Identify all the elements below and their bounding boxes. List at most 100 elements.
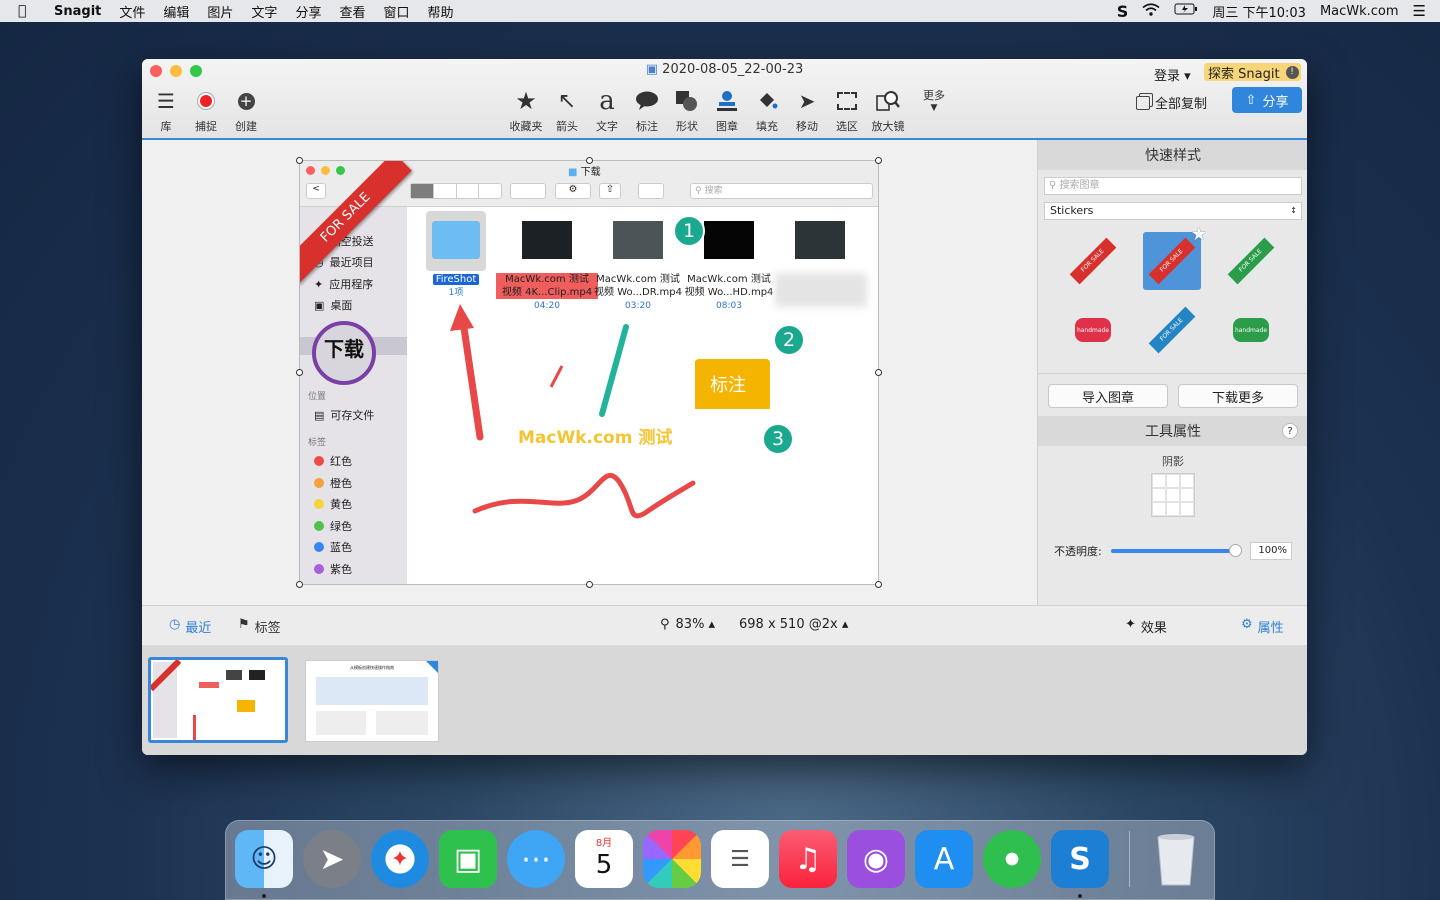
- sticker-red-ribbon-selected[interactable]: FOR SALE ★: [1143, 224, 1207, 290]
- tool-shape[interactable]: 形状: [672, 87, 702, 134]
- editor-canvas[interactable]: ■ 下载 < ⚙ ⇧ ⚲ 搜索 ◉隔空投送 ◷最近项目 ✦应用程序 ▣桌面 下载: [142, 140, 1037, 605]
- shadow-grid[interactable]: [1151, 473, 1195, 517]
- snagit-status-icon[interactable]: S: [1117, 2, 1129, 21]
- properties-label: 属性: [1257, 621, 1284, 636]
- resize-handle-ne[interactable]: [875, 157, 882, 164]
- tool-arrow[interactable]: ↖ 箭头: [552, 87, 582, 134]
- download-more-button[interactable]: 下载更多: [1178, 384, 1298, 408]
- dock-trash-icon[interactable]: [1147, 830, 1205, 888]
- step3-text: 3: [771, 428, 785, 450]
- resize-handle-sw[interactable]: [296, 581, 303, 588]
- captured-finder-image[interactable]: ■ 下载 < ⚙ ⇧ ⚲ 搜索 ◉隔空投送 ◷最近项目 ✦应用程序 ▣桌面 下载: [299, 160, 879, 585]
- dock-calendar-icon[interactable]: 8月 5: [575, 830, 633, 888]
- capture-tray: 从模板创建快速操作指南: [142, 645, 1307, 755]
- menu-clock[interactable]: 周三 下午10:03: [1212, 2, 1306, 21]
- opacity-input[interactable]: 100%: [1250, 542, 1292, 560]
- tool-selection[interactable]: 选区: [832, 87, 862, 134]
- tray-thumbnail-2[interactable]: 从模板创建快速操作指南: [305, 660, 439, 742]
- tool-arrow-label: 箭头: [556, 120, 578, 133]
- resize-handle-nw[interactable]: [296, 157, 303, 164]
- resize-handle-n[interactable]: [586, 157, 593, 164]
- recent-button[interactable]: ◷ 最近: [169, 617, 211, 636]
- dock-safari-icon[interactable]: ✦: [371, 830, 429, 888]
- login-menu[interactable]: 登录 ▾: [1154, 65, 1191, 84]
- dock-reminders-icon[interactable]: ☰: [711, 830, 769, 888]
- tool-fill[interactable]: 填充: [752, 87, 782, 134]
- sticker-red-ribbon[interactable]: FOR SALE: [1064, 232, 1122, 290]
- tags-button[interactable]: ⚑ 标签: [238, 617, 281, 636]
- dock-finder-icon[interactable]: ☺: [235, 830, 293, 888]
- resize-handle-e[interactable]: [875, 369, 882, 376]
- menu-edit[interactable]: 编辑: [163, 2, 189, 21]
- paint-bucket-icon: [756, 87, 778, 115]
- menu-help[interactable]: 帮助: [427, 2, 453, 21]
- zoom-control[interactable]: ⚲ 83% ▴: [660, 617, 715, 632]
- tool-stamp[interactable]: 图章: [712, 87, 742, 134]
- apple-icon[interactable]: : [18, 3, 36, 19]
- tag-icon: ⚑: [238, 617, 250, 632]
- gear-icon: ⚙: [1241, 617, 1253, 632]
- tool-favorites[interactable]: ★ 收藏夹: [508, 87, 544, 134]
- tool-callout[interactable]: 标注: [632, 87, 662, 134]
- step1-text: 1: [682, 220, 696, 242]
- resize-handle-se[interactable]: [875, 581, 882, 588]
- opacity-slider[interactable]: [1111, 544, 1242, 557]
- more-label: 更多: [923, 89, 945, 102]
- menu-share[interactable]: 分享: [295, 2, 321, 21]
- battery-icon[interactable]: [1174, 3, 1198, 19]
- resize-handle-w[interactable]: [296, 369, 303, 376]
- sticker-blue-ribbon[interactable]: FOR SALE: [1143, 301, 1201, 359]
- more-tools-button[interactable]: 更多 ▼: [922, 87, 946, 113]
- stamp-search-input[interactable]: ⚲ 搜索图章: [1044, 177, 1302, 195]
- download-more-label: 下载更多: [1211, 390, 1264, 406]
- tool-properties-header: 工具属性 ?: [1038, 416, 1307, 446]
- sticker-red-handmade[interactable]: handmade: [1064, 301, 1122, 359]
- wifi-icon[interactable]: [1142, 2, 1160, 20]
- menu-image[interactable]: 图片: [207, 2, 233, 21]
- share-button[interactable]: ⇧ 分享: [1232, 87, 1302, 113]
- import-stamps-button[interactable]: 导入图章: [1048, 384, 1168, 408]
- step2-text: 2: [782, 329, 796, 351]
- tool-magnifier[interactable]: 放大镜: [870, 87, 906, 134]
- sticker-green-handmade[interactable]: handmade: [1222, 301, 1280, 359]
- tray-thumbnail-1[interactable]: [148, 657, 288, 743]
- tool-text[interactable]: a 文字: [592, 86, 622, 134]
- sticker-red-text: FOR SALE: [1069, 237, 1117, 285]
- dock-snagit-icon[interactable]: S: [1051, 830, 1109, 888]
- effects-button[interactable]: ✦ 效果: [1125, 617, 1167, 636]
- help-button[interactable]: ?: [1282, 423, 1298, 439]
- menu-view[interactable]: 查看: [339, 2, 365, 21]
- category-select[interactable]: Stickers ↕: [1044, 202, 1302, 220]
- menu-app-name[interactable]: Snagit: [54, 4, 101, 19]
- library-icon: ☰: [157, 89, 175, 113]
- control-center-icon[interactable]: ☰: [1413, 2, 1426, 20]
- menu-window[interactable]: 窗口: [383, 2, 409, 21]
- image-size-control[interactable]: 698 x 510 @2x ▴: [739, 617, 848, 632]
- calendar-day: 5: [595, 850, 613, 880]
- properties-button[interactable]: ⚙ 属性: [1241, 617, 1284, 636]
- dock-music-icon[interactable]: ♫: [779, 830, 837, 888]
- capture-button[interactable]: 捕捉: [192, 87, 220, 134]
- dock-facetime-icon[interactable]: ▣: [439, 830, 497, 888]
- dock-appstore-icon[interactable]: A: [915, 830, 973, 888]
- dock-findmy-icon[interactable]: [983, 830, 1041, 888]
- explore-snagit-button[interactable]: 探索 Snagit !: [1204, 63, 1301, 82]
- dock-photos-icon[interactable]: [643, 830, 701, 888]
- dock-separator: [1129, 831, 1130, 887]
- tray-thumb2-title: 从模板创建快速操作指南: [350, 665, 394, 670]
- menu-text[interactable]: 文字: [251, 2, 277, 21]
- tool-move[interactable]: ➤ 移动: [792, 87, 822, 134]
- library-button[interactable]: ☰ 库: [156, 87, 176, 134]
- create-button[interactable]: + 创建: [232, 87, 260, 134]
- menu-file[interactable]: 文件: [119, 2, 145, 21]
- dock-launchpad-icon[interactable]: ➤: [303, 830, 361, 888]
- sticker-blue-text: FOR SALE: [1148, 306, 1196, 354]
- resize-handle-s[interactable]: [586, 581, 593, 588]
- menu-site-text[interactable]: MacWk.com: [1320, 4, 1399, 19]
- dock-messages-icon[interactable]: ⋯: [507, 830, 565, 888]
- stamp-search-placeholder: 搜索图章: [1059, 180, 1100, 191]
- dock-podcasts-icon[interactable]: ◉: [847, 830, 905, 888]
- sticker-green-ribbon[interactable]: FOR SALE: [1222, 232, 1280, 290]
- opacity-slider-thumb[interactable]: [1229, 544, 1242, 557]
- copy-all-button[interactable]: 全部复制: [1136, 93, 1207, 112]
